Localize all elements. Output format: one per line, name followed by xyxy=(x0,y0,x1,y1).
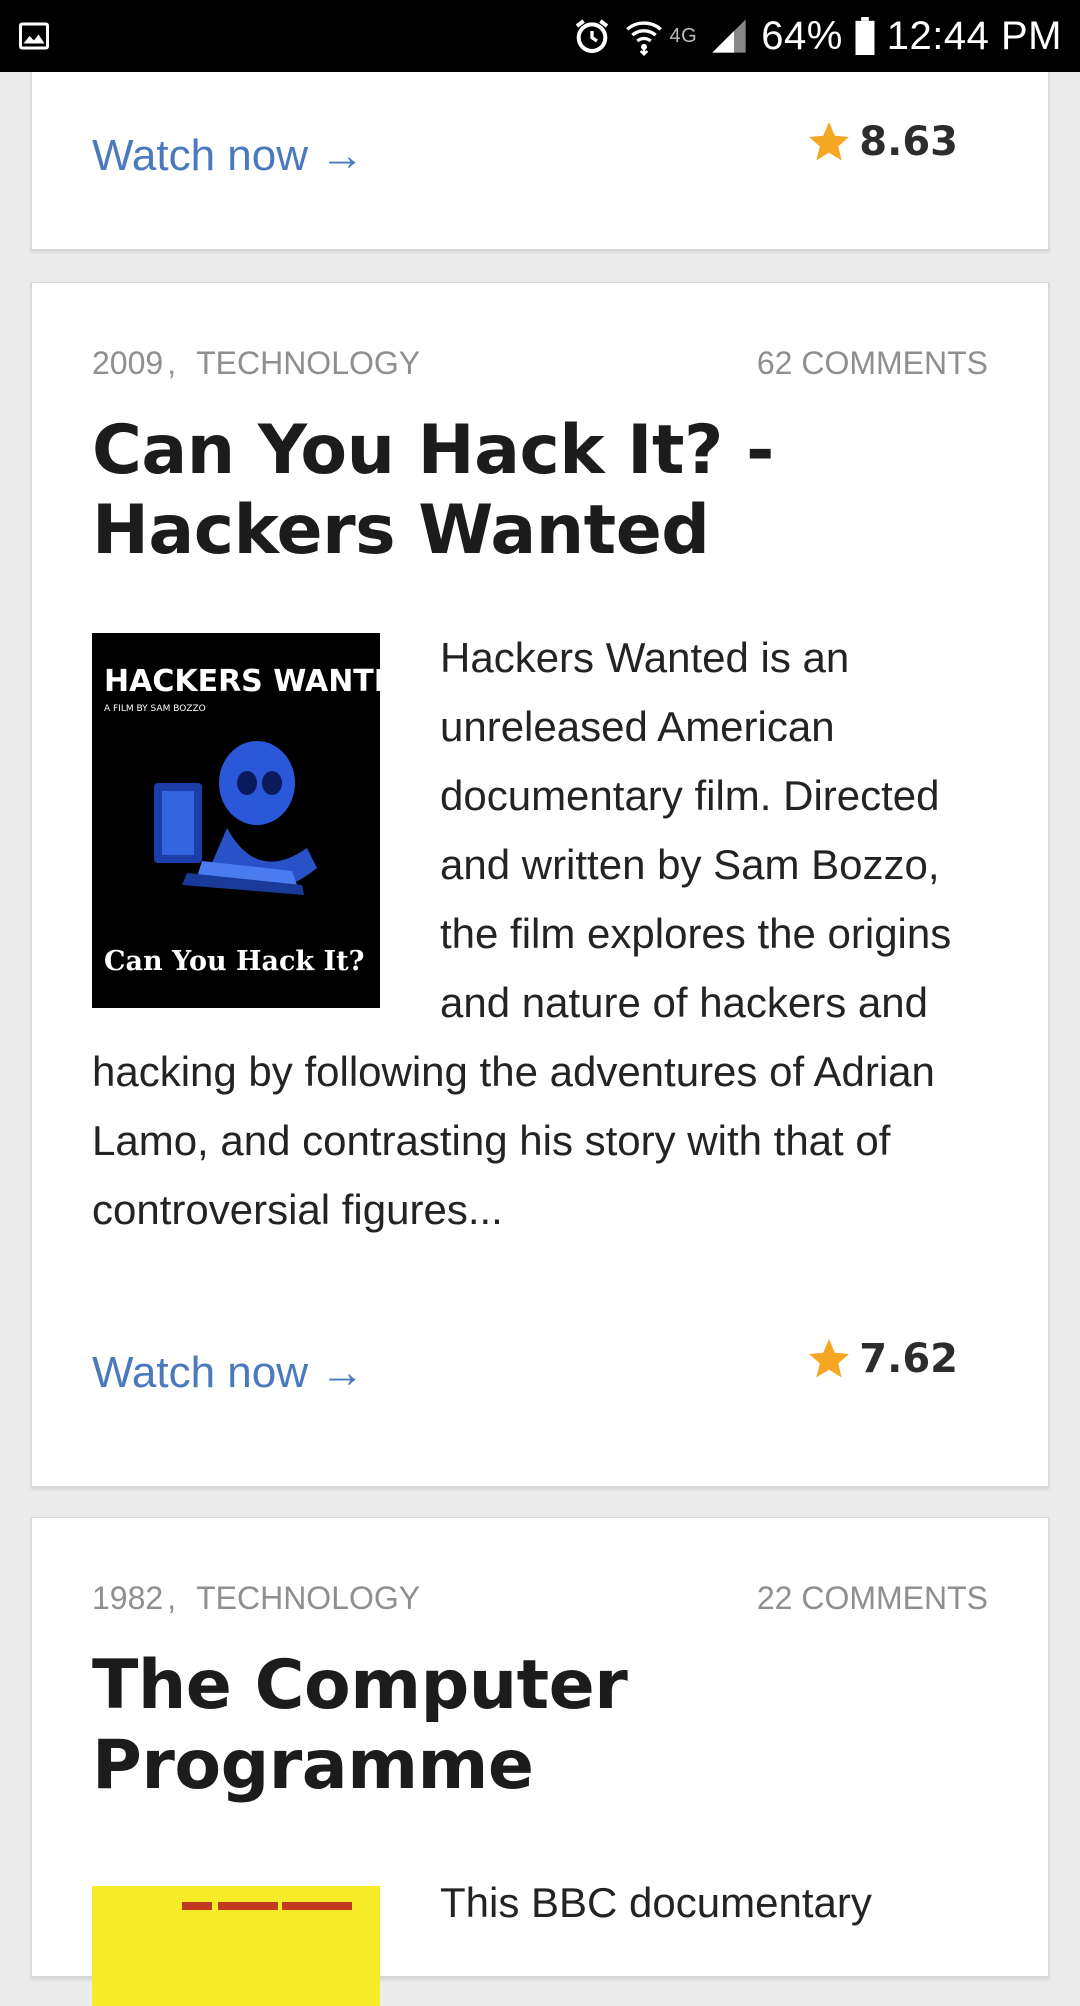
poster-tagline: Can You Hack It? xyxy=(104,946,364,977)
article-title[interactable]: The Computer Programme xyxy=(92,1646,988,1806)
article-category[interactable]: TECHNOLOGY xyxy=(196,1580,420,1617)
article-year: 2009 xyxy=(92,345,164,381)
comments-count[interactable]: 62 COMMENTS xyxy=(757,345,988,382)
clock: 12:44 PM xyxy=(886,14,1062,58)
article-thumbnail[interactable]: HACKERS WANTED A FILM BY SAM BOZZO Can Y… xyxy=(92,633,380,1008)
poster-title: HACKERS WANTED xyxy=(104,664,380,699)
battery-icon xyxy=(855,17,875,55)
card-footer: Watch now → 8.63 xyxy=(92,119,958,186)
article-feed: Watch now → 8.63 2009, TECHNOLOGY 62 COMM… xyxy=(0,0,1080,2006)
status-icons: 4G 64% 12:44 PM xyxy=(572,0,1062,72)
watch-now-link[interactable]: Watch now → xyxy=(92,131,364,180)
watch-now-link[interactable]: Watch now → xyxy=(92,1348,364,1397)
star-icon xyxy=(809,122,850,161)
article-meta: 2009, TECHNOLOGY 62 COMMENTS xyxy=(92,345,988,385)
article-description: This BBC documentary xyxy=(440,1879,872,1926)
network-type: 4G xyxy=(669,25,698,47)
rating: 8.63 xyxy=(805,118,958,166)
article-meta: 1982, TECHNOLOGY 22 COMMENTS xyxy=(92,1580,988,1620)
article-body: HACKERS WANTED A FILM BY SAM BOZZO Can Y… xyxy=(92,623,992,1244)
article-thumbnail[interactable] xyxy=(92,1886,380,2006)
article-title[interactable]: Can You Hack It? - Hackers Wanted xyxy=(92,411,988,571)
signal-icon xyxy=(712,19,746,53)
article-year: 1982 xyxy=(92,1580,164,1616)
article-category[interactable]: TECHNOLOGY xyxy=(196,345,420,382)
status-bar: 4G 64% 12:44 PM xyxy=(0,0,1080,72)
comments-count[interactable]: 22 COMMENTS xyxy=(757,1580,988,1617)
wifi-icon xyxy=(625,21,662,56)
alarm-icon xyxy=(575,19,608,54)
gallery-notification-icon xyxy=(19,22,49,50)
rating: 7.62 xyxy=(805,1335,958,1383)
poster-subtitle: A FILM BY SAM BOZZO xyxy=(104,704,206,714)
article-card[interactable]: 2009, TECHNOLOGY 62 COMMENTS Can You Hack… xyxy=(31,282,1049,1487)
meta-separator: , xyxy=(167,1580,177,1616)
battery-percent: 64% xyxy=(761,14,843,58)
poster-image xyxy=(92,1886,380,2006)
poster-image: HACKERS WANTED A FILM BY SAM BOZZO Can Y… xyxy=(92,633,380,1008)
article-card[interactable]: 1982, TECHNOLOGY 22 COMMENTS The Computer… xyxy=(31,1517,1049,2006)
rating-value: 7.62 xyxy=(859,1336,958,1382)
meta-separator: , xyxy=(167,345,177,381)
rating-value: 8.63 xyxy=(859,119,958,165)
card-footer: Watch now → 7.62 xyxy=(92,1336,958,1403)
star-icon xyxy=(809,1339,850,1378)
